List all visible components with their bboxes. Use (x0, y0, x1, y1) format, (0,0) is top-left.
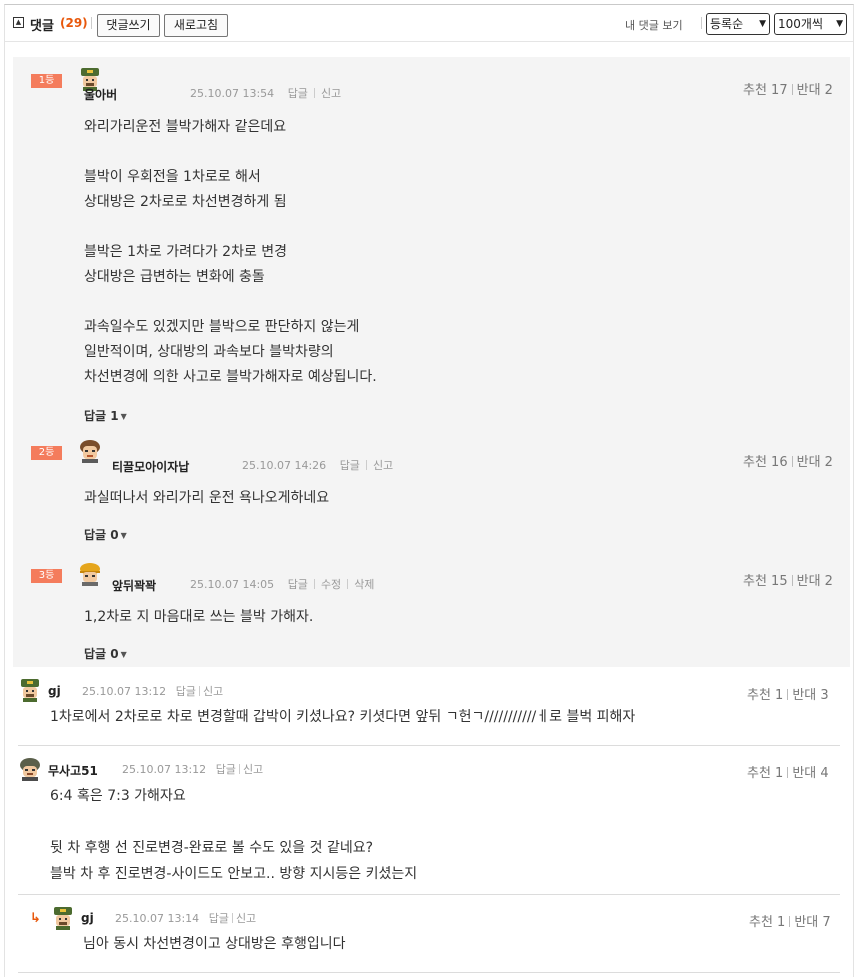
vote-counts: 추천 15 반대 2 (743, 570, 833, 589)
chevron-down-icon: ▼ (759, 19, 766, 29)
comment-body: 6:4 혹은 7:3 가해자요 뒷 차 후행 선 진로변경-완료로 볼 수도 있… (50, 788, 418, 882)
report-link[interactable]: 신고 (236, 912, 256, 925)
comment-body: 님아 동시 차선변경이고 상대방은 후행입니다 (83, 936, 346, 952)
comment-body: 1,2차로 지 마음대로 쓰는 블박 가해자. (84, 609, 314, 625)
edit-link[interactable]: 수정 (321, 578, 341, 591)
report-link[interactable]: 신고 (203, 685, 223, 698)
comment-nickname[interactable]: gj (81, 911, 94, 925)
vote-counts: 추천 1 반대 4 (747, 762, 829, 781)
comment-datetime: 25.10.07 14:05 (190, 578, 275, 591)
upvote-button[interactable]: 추천 15 (743, 574, 788, 589)
downvote-button[interactable]: 반대 2 (797, 455, 833, 470)
comment-count: (29) (60, 16, 88, 30)
per-page-select-value: 100개씩 (778, 17, 823, 31)
downvote-button[interactable]: 반대 3 (792, 688, 828, 703)
upvote-button[interactable]: 추천 1 (747, 766, 783, 781)
hardhat-avatar (80, 563, 100, 586)
reply-link[interactable]: 답글 (288, 578, 308, 591)
divider (18, 745, 840, 746)
brown-hair-avatar (80, 440, 100, 463)
vote-counts: 추천 1 반대 7 (749, 911, 831, 930)
divider (91, 17, 92, 29)
write-comment-button[interactable]: 댓글쓰기 (97, 14, 160, 37)
vote-counts: 추천 17 반대 2 (743, 79, 833, 98)
comment-datetime: 25.10.07 13:14 (115, 912, 200, 925)
comment-datetime: 25.10.07 13:12 (82, 685, 167, 698)
upvote-button[interactable]: 추천 16 (743, 455, 788, 470)
sort-select[interactable]: 등록순 ▼ (706, 13, 770, 35)
soldier-avatar (21, 679, 39, 702)
downvote-button[interactable]: 반대 7 (794, 915, 830, 930)
comment-title: 댓글 (30, 19, 54, 34)
rank-badge: 2등 (31, 446, 62, 460)
soldier-avatar (54, 907, 72, 930)
collapse-toggle-icon[interactable]: ▲ (13, 17, 24, 28)
report-link[interactable]: 신고 (321, 87, 341, 100)
delete-link[interactable]: 삭제 (354, 578, 374, 591)
downvote-button[interactable]: 반대 2 (797, 83, 833, 98)
upvote-button[interactable]: 추천 1 (747, 688, 783, 703)
rank-badge: 3등 (31, 569, 62, 583)
comment-meta: 25.10.07 13:54 답글 신고 (190, 85, 341, 101)
comment-meta: 25.10.07 14:05 답글 수정 삭제 (190, 576, 374, 592)
divider (18, 894, 840, 895)
vote-counts: 추천 1 반대 3 (747, 684, 829, 703)
comment-datetime: 25.10.07 13:12 (122, 763, 207, 776)
rank-badge: 1등 (31, 74, 62, 88)
sort-select-value: 등록순 (710, 17, 744, 31)
comment-nickname[interactable]: 무사고51 (48, 762, 98, 779)
comment-body: 1차로에서 2차로로 차로 변경할때 갑박이 키셨나요? 키셧다면 앞뒤 ㄱ헌ㄱ… (50, 709, 636, 725)
per-page-select[interactable]: 100개씩 ▼ (774, 13, 847, 35)
report-link[interactable]: 신고 (243, 763, 263, 776)
upvote-button[interactable]: 추천 1 (749, 915, 785, 930)
comment-meta: 25.10.07 13:12 답글 신고 (122, 761, 263, 777)
upvote-button[interactable]: 추천 17 (743, 83, 788, 98)
reply-link[interactable]: 답글 (176, 685, 196, 698)
comment-body: 와리가리운전 블박가해자 같은데요 블박이 우회전을 1차로로 해서 상대방은 2… (84, 119, 377, 385)
comment-datetime: 25.10.07 13:54 (190, 87, 275, 100)
downvote-button[interactable]: 반대 4 (792, 766, 828, 781)
helmet-avatar (20, 758, 40, 781)
comment-nickname[interactable]: gj (48, 684, 61, 698)
chevron-down-icon: ▼ (836, 19, 843, 29)
comment-nickname[interactable]: 울아버 (84, 86, 117, 103)
reply-toggle[interactable]: 답글 1 ▼ (84, 407, 127, 424)
comment-body: 과실떠나서 와리가리 운전 욕나오게하네요 (84, 490, 330, 506)
downvote-button[interactable]: 반대 2 (797, 574, 833, 589)
reply-link[interactable]: 답글 (216, 763, 236, 776)
comment-nickname[interactable]: 티끌모아이자납 (112, 458, 189, 475)
reply-toggle[interactable]: 답글 0 ▼ (84, 526, 127, 543)
divider (18, 972, 840, 973)
vote-counts: 추천 16 반대 2 (743, 451, 833, 470)
comment-header: ▲ 댓글 (29) 댓글쓰기 새로고침 내 댓글 보기 등록순 ▼ 100개씩 … (5, 5, 853, 42)
reply-link[interactable]: 답글 (340, 459, 360, 472)
best-comments-box: 1등 울아버 25.10.07 13:54 답글 신고 추천 17 반대 2 와리가… (13, 57, 850, 667)
reply-link[interactable]: 답글 (209, 912, 229, 925)
chevron-down-icon: ▼ (120, 412, 127, 421)
divider (701, 17, 702, 29)
comment-meta: 25.10.07 13:12 답글 신고 (82, 683, 223, 699)
chevron-down-icon: ▼ (120, 531, 127, 540)
reply-link[interactable]: 답글 (288, 87, 308, 100)
comment-nickname[interactable]: 앞뒤꽉꽉 (112, 577, 156, 594)
refresh-button[interactable]: 새로고침 (164, 14, 228, 37)
report-link[interactable]: 신고 (373, 459, 393, 472)
comment-section: ▲ 댓글 (29) 댓글쓰기 새로고침 내 댓글 보기 등록순 ▼ 100개씩 … (4, 4, 854, 977)
comment-meta: 25.10.07 13:14 답글 신고 (115, 910, 256, 926)
reply-arrow-icon: ↳ (30, 911, 41, 926)
chevron-down-icon: ▼ (120, 650, 127, 659)
comment-datetime: 25.10.07 14:26 (242, 459, 327, 472)
my-comments-link[interactable]: 내 댓글 보기 (625, 17, 683, 33)
comment-meta: 25.10.07 14:26 답글 신고 (242, 457, 393, 473)
reply-toggle[interactable]: 답글 0 ▼ (84, 645, 127, 662)
